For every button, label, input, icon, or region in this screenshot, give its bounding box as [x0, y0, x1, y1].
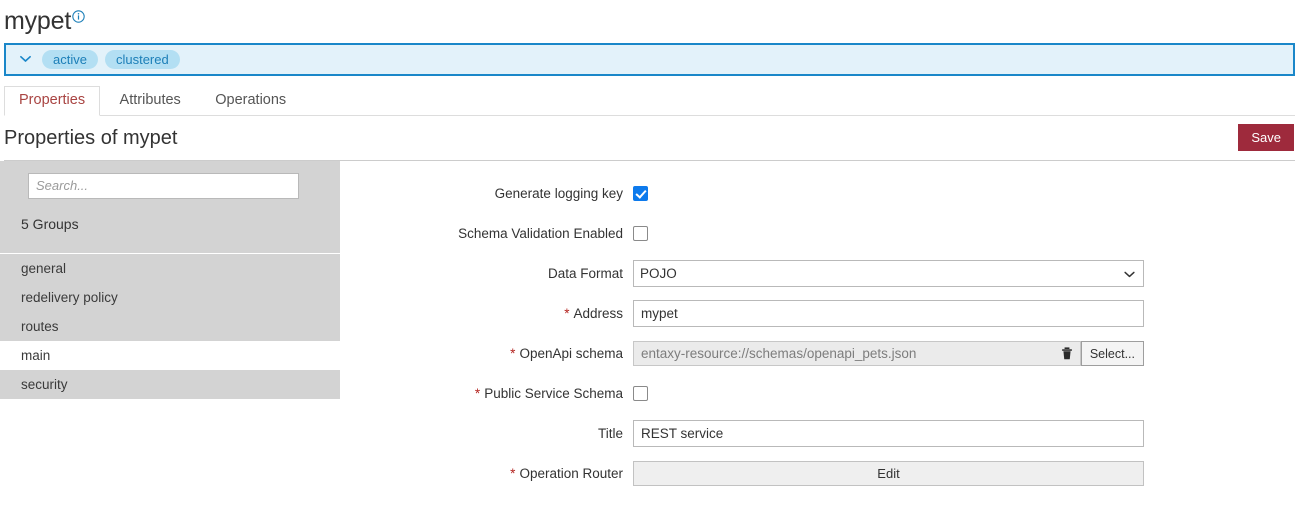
section-title: Properties of mypet: [4, 127, 177, 149]
groups-list: general redelivery policy routes main se…: [0, 254, 340, 399]
public-service-schema-checkbox[interactable]: [633, 386, 648, 401]
field-row-generate-logging-key: Generate logging key: [340, 174, 1299, 214]
page-header: mypet: [0, 0, 1299, 36]
properties-form: Generate logging key Schema Validation E…: [340, 161, 1299, 498]
label-title: Title: [340, 426, 633, 441]
sidebar-item-general[interactable]: general: [0, 254, 340, 283]
openapi-schema-value: entaxy-resource://schemas/openapi_pets.j…: [641, 346, 916, 361]
groups-count-label: 5 Groups: [0, 216, 340, 232]
field-row-address: *Address: [340, 294, 1299, 334]
required-asterisk: *: [564, 306, 569, 321]
field-row-data-format: Data Format POJO: [340, 254, 1299, 294]
label-schema-validation-enabled: Schema Validation Enabled: [340, 226, 633, 241]
tab-bar: Properties Attributes Operations: [0, 86, 1299, 116]
status-badge-clustered[interactable]: clustered: [105, 50, 180, 69]
search-input[interactable]: [28, 173, 299, 199]
label-address: *Address: [340, 306, 633, 321]
sidebar-item-security[interactable]: security: [0, 370, 340, 399]
status-bar: active clustered: [4, 43, 1295, 76]
required-asterisk: *: [510, 346, 515, 361]
address-input[interactable]: [633, 300, 1144, 327]
required-asterisk: *: [510, 466, 515, 481]
info-circle-icon[interactable]: [72, 10, 85, 28]
operation-router-edit-button[interactable]: Edit: [633, 461, 1144, 486]
label-operation-router: *Operation Router: [340, 466, 633, 481]
label-generate-logging-key: Generate logging key: [340, 186, 633, 201]
openapi-schema-input[interactable]: entaxy-resource://schemas/openapi_pets.j…: [633, 341, 1081, 366]
tab-properties[interactable]: Properties: [4, 86, 100, 116]
field-row-public-service-schema: *Public Service Schema: [340, 374, 1299, 414]
section-header: Properties of mypet Save: [0, 116, 1299, 160]
sidebar-item-main[interactable]: main: [0, 341, 340, 370]
field-row-schema-validation-enabled: Schema Validation Enabled: [340, 214, 1299, 254]
chevron-down-icon[interactable]: [18, 52, 32, 66]
groups-sidebar: 5 Groups general redelivery policy route…: [0, 161, 340, 498]
page-root: mypet active clustered Properties Attrib…: [0, 0, 1299, 522]
openapi-schema-select-button[interactable]: Select...: [1081, 341, 1144, 366]
status-badge-active[interactable]: active: [42, 50, 98, 69]
generate-logging-key-checkbox[interactable]: [633, 186, 648, 201]
data-format-select[interactable]: POJO: [633, 260, 1144, 287]
field-row-operation-router: *Operation Router Edit: [340, 454, 1299, 494]
tab-attributes[interactable]: Attributes: [105, 86, 196, 116]
field-row-title: Title: [340, 414, 1299, 454]
content-area: 5 Groups general redelivery policy route…: [0, 161, 1299, 498]
sidebar-item-routes[interactable]: routes: [0, 312, 340, 341]
schema-validation-enabled-checkbox[interactable]: [633, 226, 648, 241]
field-row-openapi-schema: *OpenApi schema entaxy-resource://schema…: [340, 334, 1299, 374]
page-title: mypet: [4, 8, 71, 36]
title-input[interactable]: [633, 420, 1144, 447]
sidebar-item-redelivery-policy[interactable]: redelivery policy: [0, 283, 340, 312]
label-public-service-schema: *Public Service Schema: [340, 386, 633, 401]
required-asterisk: *: [475, 386, 480, 401]
label-openapi-schema: *OpenApi schema: [340, 346, 633, 361]
sidebar-header: 5 Groups: [0, 161, 340, 253]
tab-operations[interactable]: Operations: [200, 86, 301, 116]
trash-icon[interactable]: [1061, 347, 1073, 360]
save-button[interactable]: Save: [1238, 124, 1294, 151]
label-data-format: Data Format: [340, 266, 633, 281]
